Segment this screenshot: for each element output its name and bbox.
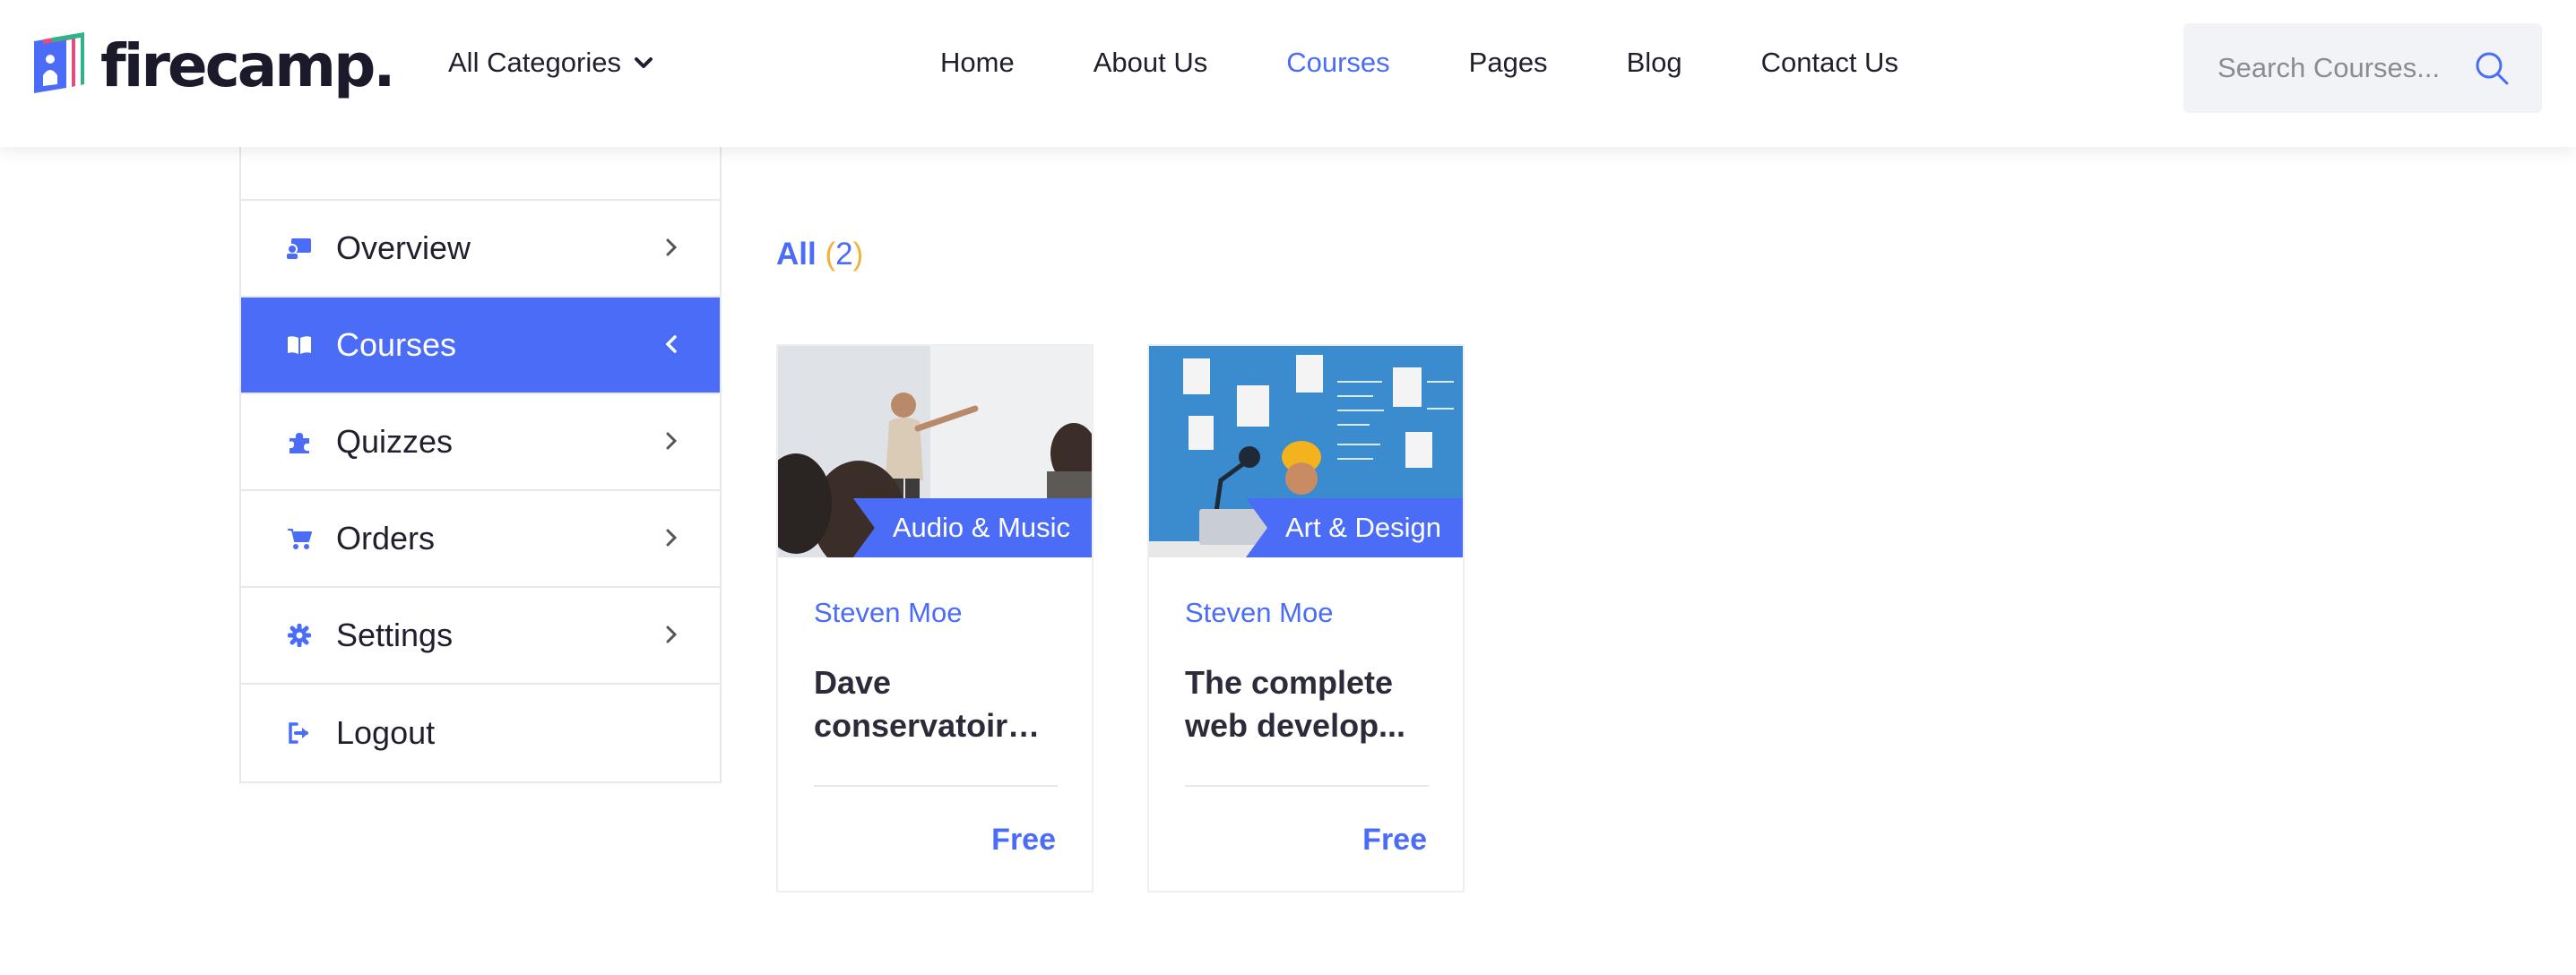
course-card[interactable]: Audio & Music Steven Moe Dave conservato…	[776, 344, 1094, 893]
course-title-line: web develop...	[1185, 707, 1406, 744]
overview-icon	[286, 235, 313, 262]
sidebar-item-label: Logout	[336, 714, 436, 751]
card-divider	[1185, 785, 1429, 787]
puzzle-icon	[286, 428, 313, 455]
nav-home[interactable]: Home	[940, 47, 1015, 79]
search-icon[interactable]	[2474, 50, 2510, 86]
filter-label: All	[776, 237, 817, 272]
course-title[interactable]: The complete web develop...	[1185, 661, 1429, 747]
nav-contact-us[interactable]: Contact Us	[1761, 47, 1898, 79]
chevron-right-icon	[666, 432, 678, 450]
sidebar-item-overview[interactable]: Overview	[241, 201, 720, 298]
card-divider	[814, 785, 1058, 787]
chevron-down-icon	[634, 57, 653, 68]
sidebar-item-label: Overview	[336, 229, 471, 266]
course-price: Free	[991, 823, 1056, 857]
logo-mark-icon	[34, 32, 84, 93]
course-thumbnail[interactable]: Audio & Music	[778, 346, 1092, 557]
course-title-line: conservatoire i...	[814, 707, 1058, 744]
course-thumbnail[interactable]: Art & Design	[1149, 346, 1463, 557]
chevron-right-icon	[666, 238, 678, 256]
nav-pages[interactable]: Pages	[1469, 47, 1548, 79]
course-title-line: The complete	[1185, 664, 1394, 701]
sidebar-top-spacer	[241, 147, 720, 201]
filter-paren-close: )	[852, 237, 864, 272]
course-category-tag[interactable]: Art & Design	[1245, 498, 1463, 557]
sidebar-item-label: Quizzes	[336, 423, 454, 460]
book-icon	[286, 332, 313, 358]
nav-blog[interactable]: Blog	[1627, 47, 1682, 79]
course-title-line: Dave	[814, 664, 892, 701]
search-box	[2183, 23, 2542, 113]
all-categories-dropdown[interactable]: All Categories	[448, 47, 653, 79]
site-header: firecamp. All Categories Home About Us C…	[0, 0, 2576, 147]
course-author[interactable]: Steven Moe	[814, 597, 962, 629]
sidebar-item-orders[interactable]: Orders	[241, 491, 720, 588]
cart-icon	[286, 525, 313, 552]
main-nav: Home About Us Courses Pages Blog Contact…	[940, 47, 1977, 79]
filter-count: 2	[835, 237, 853, 272]
chevron-right-icon	[666, 529, 678, 547]
nav-about-us[interactable]: About Us	[1094, 47, 1208, 79]
course-price: Free	[1362, 823, 1427, 857]
course-card[interactable]: Art & Design Steven Moe The complete web…	[1147, 344, 1465, 893]
nav-courses[interactable]: Courses	[1286, 47, 1389, 79]
sidebar-item-label: Orders	[336, 520, 436, 557]
course-author[interactable]: Steven Moe	[1185, 597, 1333, 629]
dashboard-sidebar: Overview Courses Quizzes Orders Settings	[239, 147, 722, 783]
filter-paren-open: (	[825, 237, 836, 272]
sidebar-item-quizzes[interactable]: Quizzes	[241, 394, 720, 491]
gear-icon	[286, 622, 313, 649]
chevron-left-icon	[665, 335, 677, 353]
sidebar-item-label: Settings	[336, 617, 454, 653]
course-title[interactable]: Dave conservatoire i...	[814, 661, 1058, 747]
sidebar-item-label: Courses	[336, 326, 457, 363]
logo[interactable]: firecamp.	[30, 31, 395, 100]
sidebar-item-logout[interactable]: Logout	[241, 685, 720, 781]
chevron-right-icon	[666, 626, 678, 643]
all-categories-label: All Categories	[448, 47, 621, 78]
course-filter-all[interactable]: All (2)	[776, 237, 863, 272]
sidebar-item-settings[interactable]: Settings	[241, 588, 720, 685]
logo-text: firecamp.	[100, 31, 395, 100]
search-input[interactable]	[2217, 52, 2451, 84]
sidebar-item-courses[interactable]: Courses	[241, 298, 720, 394]
logout-icon	[286, 720, 313, 746]
course-category-tag[interactable]: Audio & Music	[852, 498, 1092, 557]
